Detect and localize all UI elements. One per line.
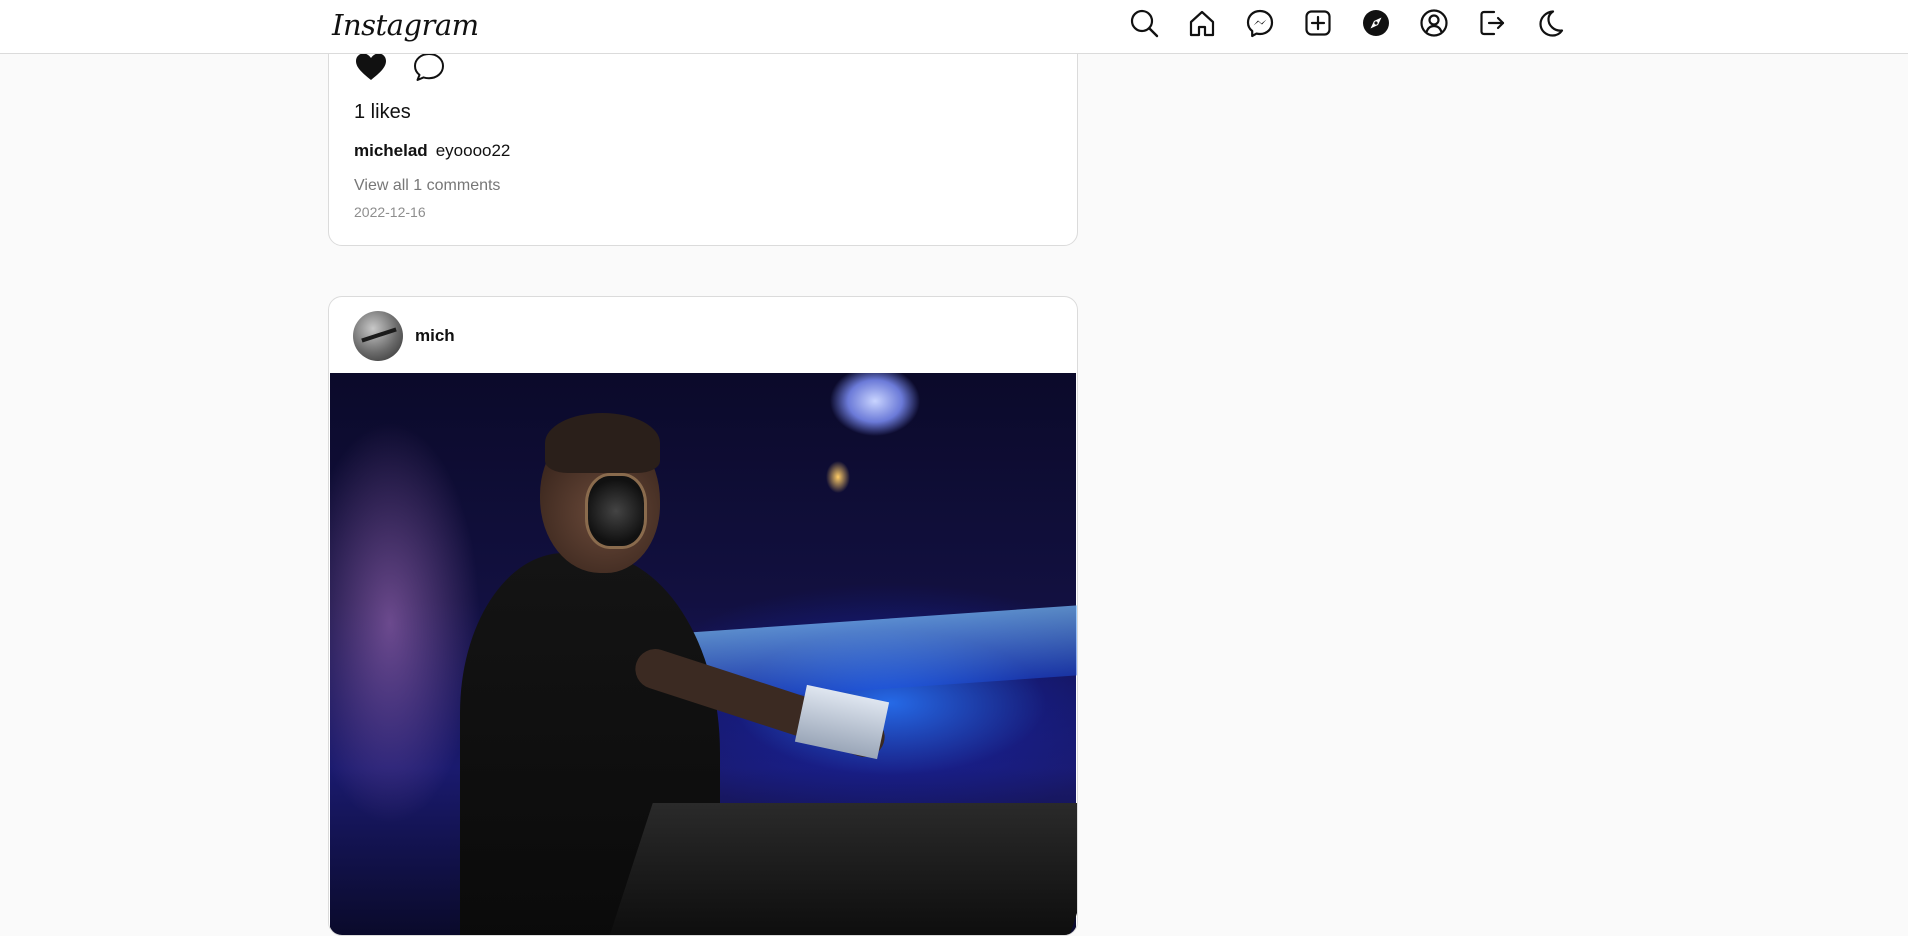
search-icon[interactable] xyxy=(1129,5,1159,41)
comment-icon[interactable] xyxy=(411,49,447,90)
home-icon[interactable] xyxy=(1187,5,1217,41)
instagram-logo[interactable]: Instagram xyxy=(332,8,479,42)
messenger-icon[interactable] xyxy=(1245,5,1275,41)
post-actions xyxy=(353,49,447,90)
like-count: 1 likes xyxy=(354,101,411,123)
image-headphones xyxy=(585,473,647,549)
image-person-hair xyxy=(545,413,660,473)
profile-icon[interactable] xyxy=(1419,5,1449,41)
avatar[interactable] xyxy=(353,311,403,361)
image-dj-mixer xyxy=(607,803,1077,935)
like-icon[interactable] xyxy=(353,49,389,90)
explore-icon[interactable] xyxy=(1361,5,1391,41)
nav-icons xyxy=(1129,5,1565,41)
new-post-icon[interactable] xyxy=(1303,5,1333,41)
post-caption: michelad eyoooo22 xyxy=(354,141,510,161)
caption-text: eyoooo22 xyxy=(435,141,511,160)
post-card: mich xyxy=(328,296,1078,936)
caption-username[interactable]: michelad xyxy=(354,141,428,160)
post-header: mich xyxy=(353,311,455,361)
image-laptop xyxy=(794,684,890,760)
post-image[interactable] xyxy=(330,373,1077,935)
post-date: 2022-12-16 xyxy=(354,204,426,220)
dark-mode-icon[interactable] xyxy=(1535,5,1565,41)
top-bar: Instagram xyxy=(0,0,1908,54)
view-comments-link[interactable]: View all 1 comments xyxy=(354,177,500,195)
logout-icon[interactable] xyxy=(1477,5,1507,41)
post-username[interactable]: mich xyxy=(415,326,455,346)
